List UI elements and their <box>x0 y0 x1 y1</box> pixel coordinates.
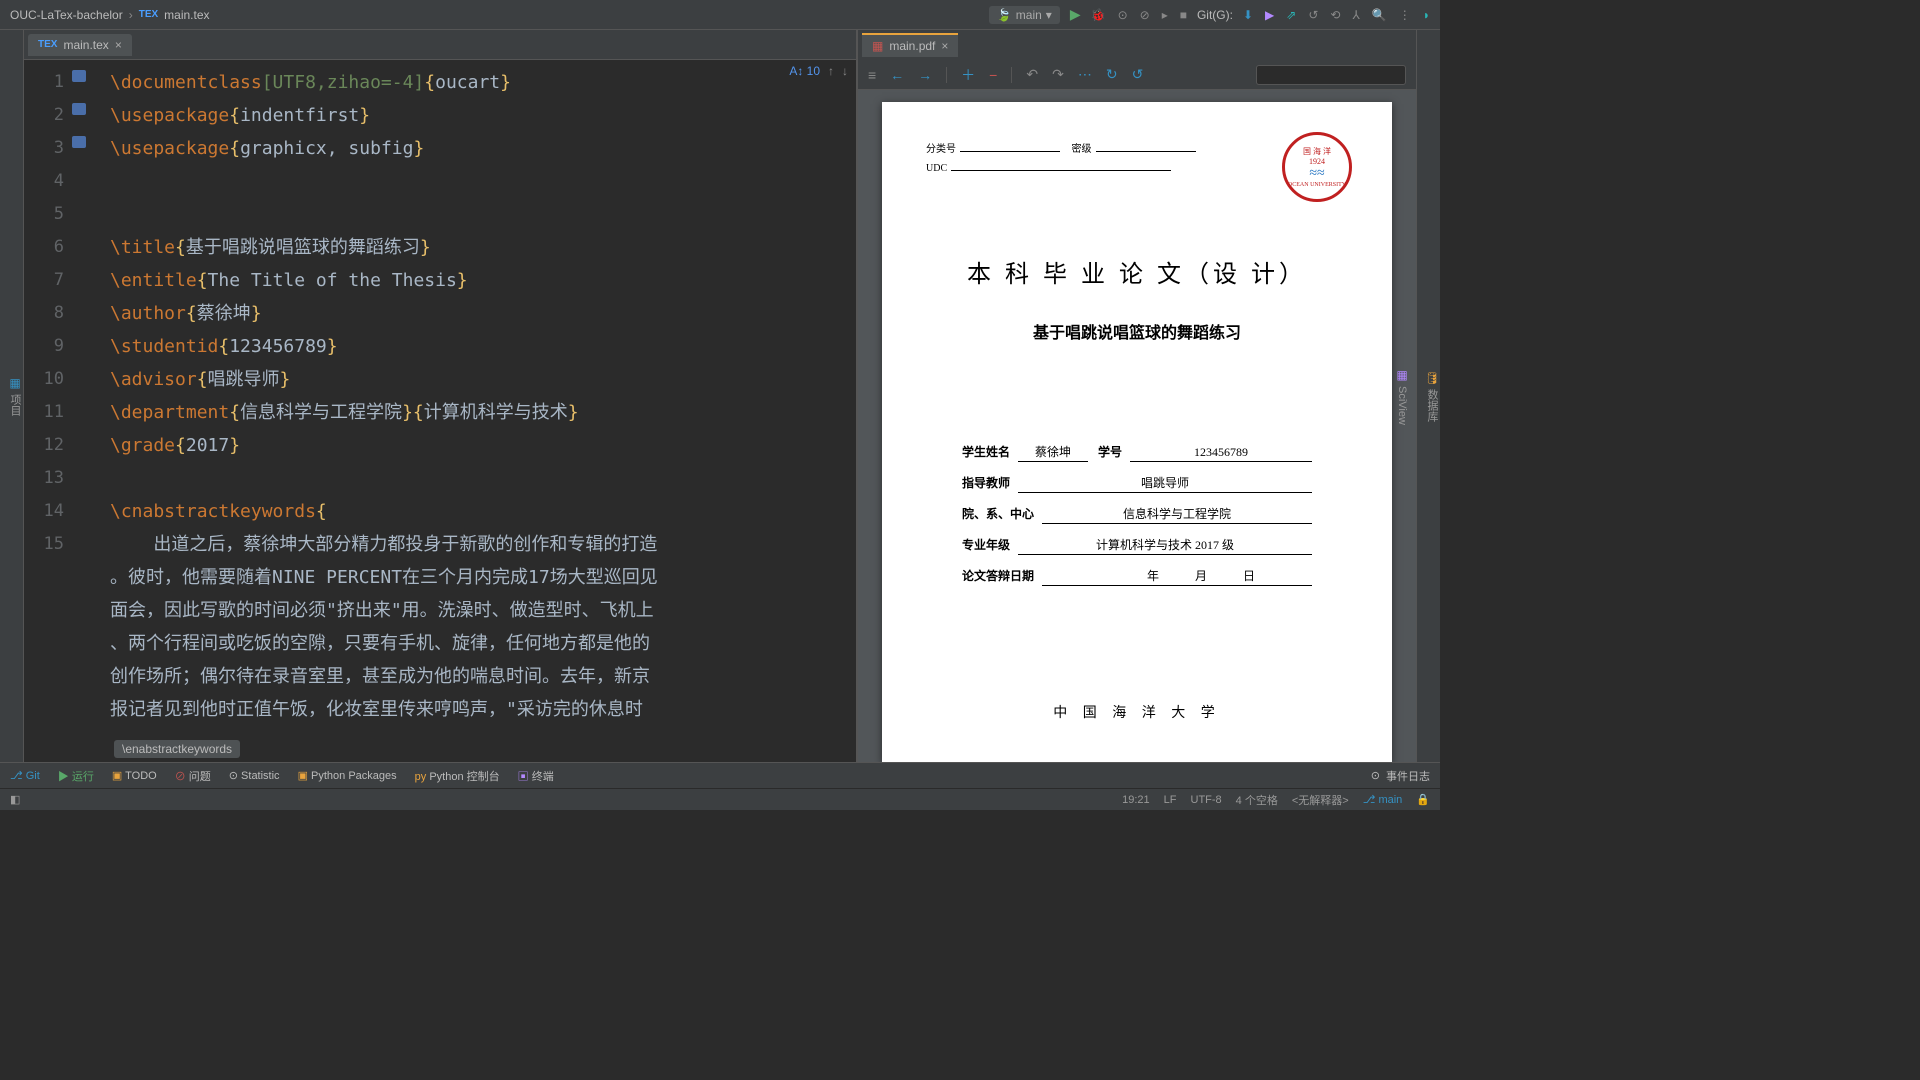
fold-marker-icon[interactable] <box>72 103 86 115</box>
chevron-right-icon: › <box>129 8 133 22</box>
run-config-selector[interactable]: 🍃 main ▾ <box>989 6 1060 24</box>
status-bar: ◧ 19:21 LF UTF-8 4 个空格 <无解释器> ⎇ main 🔒 <box>0 788 1440 810</box>
search-icon[interactable]: 🔍 <box>1372 8 1387 22</box>
bottom-todo[interactable]: ▣ TODO <box>112 769 157 782</box>
bottom-run[interactable]: ▶ 运行 <box>58 768 94 784</box>
pdf-thesis-title: 基于唱跳说唱篮球的舞蹈练习 <box>922 319 1352 343</box>
pdf-search-input[interactable] <box>1256 65 1406 85</box>
git-push-icon[interactable]: ⇗ <box>1286 8 1296 22</box>
breadcrumb-project[interactable]: OUC-LaTex-bachelor <box>10 8 123 22</box>
bottom-python-packages[interactable]: ▣ Python Packages <box>298 769 397 782</box>
prev-page-icon[interactable]: ← <box>890 67 904 83</box>
breadcrumb-file[interactable]: main.tex <box>164 8 209 22</box>
close-icon[interactable]: × <box>115 38 122 52</box>
pdf-toolbar: ≡ ← → ＋ − ↶ ↷ ⋯ ↻ ↺ <box>858 60 1416 90</box>
database-icon: 🛢 <box>1424 371 1439 385</box>
more-icon[interactable]: ⋯ <box>1078 66 1092 83</box>
git-rollback-icon[interactable]: ⟲ <box>1330 8 1340 22</box>
more-icon[interactable]: ⋮ <box>1399 8 1411 22</box>
sidebar-sciview[interactable]: ▦SciView <box>1396 368 1408 425</box>
breadcrumb[interactable]: OUC-LaTex-bachelor › TEX main.tex <box>10 8 210 22</box>
bottom-tool-bar: ⎇ Git ▶ 运行 ▣ TODO ⊘ 问题 ⊙ Statistic ▣ Pyt… <box>0 762 1440 788</box>
git-commit-icon[interactable]: ▶ <box>1265 8 1274 22</box>
tab-main-tex[interactable]: TEX main.tex × <box>28 34 132 56</box>
fold-marker-icon[interactable] <box>72 136 86 148</box>
zoom-in-icon[interactable]: ＋ <box>961 65 975 85</box>
chevron-down-icon: ▾ <box>1046 8 1052 22</box>
right-tool-sidebar: 🛢数据库 ▦SciView ▣make <box>1416 30 1440 762</box>
bottom-event-log[interactable]: ⊙ 事件日志 <box>1371 768 1430 784</box>
leaf-icon: 🍃 <box>997 8 1012 22</box>
translate-icon[interactable]: ⅄ <box>1352 8 1359 22</box>
pdf-page: 国 海 洋 1924 ≈≈ OCEAN UNIVERSITY 分类号 密级 UD… <box>882 102 1392 762</box>
undo-icon[interactable]: ↶ <box>1026 66 1038 83</box>
pdf-university-name: 中 国 海 洋 大 学 <box>882 702 1392 722</box>
completion-hint[interactable]: \enabstractkeywords <box>114 740 240 758</box>
pdf-viewport[interactable]: 国 海 洋 1924 ≈≈ OCEAN UNIVERSITY 分类号 密级 UD… <box>858 90 1416 762</box>
pdf-info-fields: 学生姓名蔡徐坤学号123456789 指导教师唱跳导师 院、系、中心信息科学与工… <box>922 443 1352 586</box>
bottom-statistic[interactable]: ⊙ Statistic <box>229 769 280 782</box>
bottom-git[interactable]: ⎇ Git <box>10 769 40 782</box>
next-highlight-icon[interactable]: ↓ <box>842 64 848 78</box>
stop-icon[interactable]: ■ <box>1180 8 1187 22</box>
bottom-python-console[interactable]: py Python 控制台 <box>415 768 500 784</box>
redo-icon[interactable]: ↷ <box>1052 66 1064 83</box>
status-indent[interactable]: 4 个空格 <box>1236 792 1278 808</box>
sidebar-project[interactable]: ▦项目 <box>7 376 23 416</box>
next-page-icon[interactable]: → <box>918 67 932 83</box>
code-editor-pane: TEX main.tex × 123 456 789 101112 131415 <box>24 30 856 762</box>
lock-icon[interactable]: 🔒 <box>1416 793 1430 806</box>
status-encoding[interactable]: UTF-8 <box>1191 794 1222 806</box>
close-icon[interactable]: × <box>941 39 948 53</box>
code-text-area[interactable]: \documentclass[UTF8,zihao=-4]{oucart} \u… <box>102 60 856 762</box>
tab-main-pdf[interactable]: ▦ main.pdf × <box>862 33 958 57</box>
editor-area: TEX main.tex × 123 456 789 101112 131415 <box>24 30 1416 762</box>
tex-file-icon: TEX <box>38 39 57 50</box>
pdf-file-icon: ▦ <box>872 39 883 53</box>
git-update-icon[interactable]: ⬇ <box>1243 8 1253 22</box>
status-line-sep[interactable]: LF <box>1164 794 1177 806</box>
profile-icon[interactable]: ⊘ <box>1140 8 1150 22</box>
status-cursor-pos[interactable]: 19:21 <box>1122 794 1150 806</box>
pdf-preview-pane: ▦ main.pdf × ≡ ← → ＋ − ↶ ↷ ⋯ ↻ <box>856 30 1416 762</box>
top-toolbar: OUC-LaTex-bachelor › TEX main.tex 🍃 main… <box>0 0 1440 30</box>
status-git-branch[interactable]: ⎇ main <box>1363 793 1403 806</box>
line-number-gutter[interactable]: 123 456 789 101112 131415 <box>24 60 72 762</box>
project-icon: ▦ <box>9 376 20 390</box>
pdf-tabs: ▦ main.pdf × <box>858 30 1416 60</box>
hide-tool-icon[interactable]: ◧ <box>10 793 20 806</box>
university-seal-icon: 国 海 洋 1924 ≈≈ OCEAN UNIVERSITY <box>1282 132 1352 202</box>
zoom-out-icon[interactable]: − <box>989 67 997 83</box>
tex-file-icon: TEX <box>139 9 158 20</box>
editor-tabs: TEX main.tex × <box>24 30 856 60</box>
left-tool-sidebar: ▦项目 ✔提交● ◯拉取请求 ⌬结构 ★收藏夹 <box>0 30 24 762</box>
bottom-terminal[interactable]: ▣ 终端 <box>518 768 554 784</box>
bottom-problems[interactable]: ⊘ 问题 <box>175 768 211 784</box>
sync-forward-icon[interactable]: ↺ <box>1132 66 1144 83</box>
align-left-icon[interactable]: ≡ <box>868 67 876 83</box>
fold-marker-icon[interactable] <box>72 70 86 82</box>
sidebar-database[interactable]: 🛢数据库 <box>1424 371 1440 422</box>
sync-backward-icon[interactable]: ↻ <box>1106 66 1118 83</box>
ide-logo-icon[interactable]: ◗ <box>1423 8 1430 22</box>
debug-icon[interactable]: 🐞 <box>1091 8 1106 22</box>
git-history-icon[interactable]: ↺ <box>1308 8 1318 22</box>
editor-inspection-widget[interactable]: A↕ 10 ↑ ↓ <box>789 64 848 78</box>
pdf-doc-title: 本 科 毕 业 论 文（设 计） <box>922 254 1352 289</box>
sciview-icon: ▦ <box>1396 368 1407 382</box>
run-button[interactable]: ▶ <box>1070 6 1081 23</box>
prev-highlight-icon[interactable]: ↑ <box>828 64 834 78</box>
fold-gutter[interactable] <box>72 60 102 762</box>
coverage-icon[interactable]: ⊙ <box>1118 8 1128 22</box>
status-interpreter[interactable]: <无解释器> <box>1292 792 1349 808</box>
attach-icon[interactable]: ▸ <box>1162 8 1168 22</box>
git-label: Git(G): <box>1197 8 1233 22</box>
